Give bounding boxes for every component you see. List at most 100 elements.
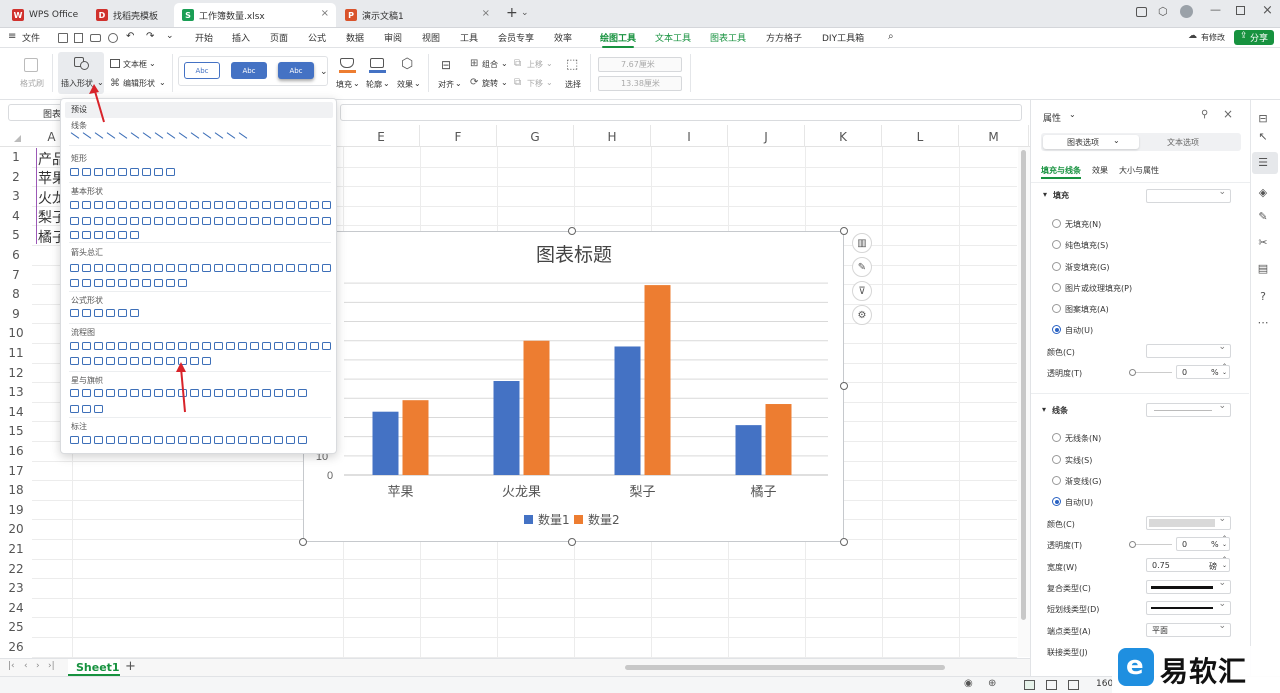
row-header[interactable]: 6 — [0, 245, 32, 265]
properties-sliders-icon[interactable]: ☰ — [1256, 156, 1270, 170]
subtab-size-properties[interactable]: 大小与属性 — [1119, 165, 1159, 176]
name-box[interactable]: 图表 — [8, 104, 64, 121]
shape-option[interactable] — [82, 405, 91, 413]
shape-option[interactable] — [226, 217, 235, 225]
tab-presentation[interactable]: P 演示文稿1 × — [337, 3, 497, 27]
shape-option[interactable] — [118, 357, 127, 365]
shape-option[interactable] — [298, 264, 307, 272]
shape-option[interactable] — [298, 201, 307, 209]
shape-option[interactable] — [178, 342, 187, 350]
shape-option[interactable] — [118, 264, 127, 272]
shape-option[interactable] — [178, 436, 187, 444]
shape-option[interactable] — [190, 132, 200, 139]
shape-option[interactable] — [178, 264, 187, 272]
shape-option[interactable] — [130, 357, 139, 365]
line-auto-radio[interactable] — [1052, 497, 1061, 506]
first-sheet-icon[interactable]: |‹ — [8, 661, 15, 671]
shape-option[interactable] — [118, 309, 127, 317]
tab-wps-office[interactable]: W WPS Office — [4, 3, 86, 27]
shape-option[interactable] — [118, 217, 127, 225]
shape-option[interactable] — [166, 389, 175, 397]
slider-knob[interactable] — [1129, 541, 1136, 548]
shape-option[interactable] — [262, 342, 271, 350]
shape-option[interactable] — [154, 201, 163, 209]
effect-button[interactable]: 效果 — [397, 79, 413, 90]
shape-option[interactable] — [166, 168, 175, 176]
fill-none-radio[interactable] — [1052, 219, 1061, 228]
bar-chart[interactable]: 10 0 图表标题 苹果 火龙果 梨子 橘子 数量1 数量2 — [303, 231, 844, 542]
shape-option[interactable] — [130, 231, 139, 239]
pin-icon[interactable]: ⚲ — [1201, 109, 1208, 120]
outline-button[interactable]: 轮廓 — [366, 79, 382, 90]
shape-option[interactable] — [238, 217, 247, 225]
shape-option[interactable] — [118, 201, 127, 209]
column-header-h[interactable]: H — [574, 125, 651, 147]
more-chevron-icon[interactable]: ⌄ — [166, 31, 174, 41]
column-header-i[interactable]: I — [651, 125, 728, 147]
row-header[interactable]: 21 — [0, 539, 32, 559]
shape-option[interactable] — [82, 264, 91, 272]
prev-sheet-icon[interactable]: ‹ — [24, 661, 28, 671]
edit-shape-button[interactable]: 编辑形状 — [123, 78, 155, 89]
column-header-k[interactable]: K — [805, 125, 882, 147]
fill-color-select[interactable] — [1146, 342, 1231, 358]
shape-option[interactable] — [250, 217, 259, 225]
fill-solid-label[interactable]: 纯色填充(S) — [1065, 240, 1108, 251]
fill-button[interactable]: 填充 — [336, 79, 352, 90]
shape-option[interactable] — [106, 231, 115, 239]
shape-option[interactable] — [190, 436, 199, 444]
restore-icon[interactable] — [1236, 6, 1245, 15]
undo-icon[interactable]: ↶ — [126, 31, 134, 42]
shape-option[interactable] — [118, 231, 127, 239]
shape-option[interactable] — [70, 168, 79, 176]
shape-option[interactable] — [106, 217, 115, 225]
shape-option[interactable] — [214, 217, 223, 225]
shape-option[interactable] — [298, 342, 307, 350]
shape-option[interactable] — [202, 357, 211, 365]
line-none-label[interactable]: 无线条(N) — [1065, 433, 1101, 444]
menu-view[interactable]: 视图 — [422, 31, 440, 44]
shape-option[interactable] — [106, 264, 115, 272]
shape-option[interactable] — [274, 342, 283, 350]
row-header[interactable]: 14 — [0, 402, 32, 422]
shape-option[interactable] — [94, 201, 103, 209]
row-header[interactable]: 5 — [0, 225, 32, 245]
shape-option[interactable] — [82, 279, 91, 287]
shape-option[interactable] — [310, 264, 319, 272]
shape-option[interactable] — [94, 405, 103, 413]
eye-protection-icon[interactable]: ◉ — [964, 678, 973, 689]
line-gradient-label[interactable]: 渐变线(G) — [1065, 476, 1101, 487]
shape-option[interactable] — [94, 264, 103, 272]
shape-option[interactable] — [202, 389, 211, 397]
shape-option[interactable] — [82, 342, 91, 350]
shape-option[interactable] — [94, 132, 104, 139]
rotate-button[interactable]: 旋转 — [482, 78, 498, 89]
menu-ffcell[interactable]: 方方格子 — [766, 31, 802, 44]
tab-text-options[interactable]: 文本选项 — [1167, 137, 1199, 148]
shape-option[interactable] — [286, 264, 295, 272]
column-header-l[interactable]: L — [882, 125, 959, 147]
shape-option[interactable] — [322, 217, 331, 225]
edit-icon[interactable]: ✎ — [1256, 210, 1270, 224]
row-header[interactable]: 26 — [0, 637, 32, 657]
close-tab-icon[interactable]: × — [482, 8, 490, 19]
fill-picture-radio[interactable] — [1052, 283, 1061, 292]
shape-option[interactable] — [82, 201, 91, 209]
shape-option[interactable] — [190, 342, 199, 350]
shape-option[interactable] — [214, 201, 223, 209]
shape-option[interactable] — [82, 231, 91, 239]
last-sheet-icon[interactable]: ›| — [48, 661, 55, 671]
shape-option[interactable] — [130, 342, 139, 350]
shape-option[interactable] — [106, 132, 116, 139]
backup-icon[interactable]: ▤ — [1256, 262, 1270, 276]
shape-option[interactable] — [226, 389, 235, 397]
new-tab-icon[interactable]: + — [506, 5, 518, 21]
shape-option[interactable] — [298, 436, 307, 444]
shape-option[interactable] — [250, 436, 259, 444]
menu-formula[interactable]: 公式 — [308, 31, 326, 44]
line-auto-label[interactable]: 自动(U) — [1065, 497, 1093, 508]
line-transparency-slider[interactable] — [1132, 544, 1172, 545]
shape-option[interactable] — [142, 342, 151, 350]
style-icon[interactable]: ◈ — [1256, 186, 1270, 200]
resize-handle[interactable] — [840, 227, 848, 235]
